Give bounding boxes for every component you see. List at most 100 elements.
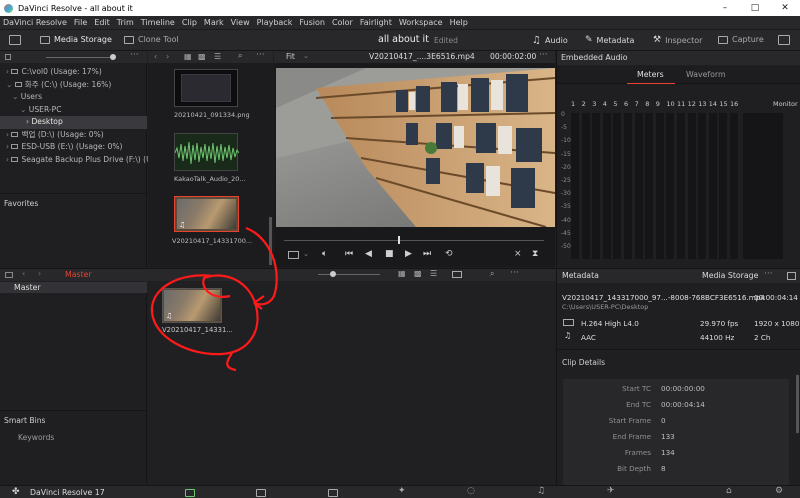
tree-item-vol0[interactable]: › C:\vol0 (Usage: 17%) [0,66,147,79]
chevron-right-icon[interactable]: › [38,269,41,278]
zoom-slider[interactable] [46,57,110,58]
tree-item-users[interactable]: ⌄ Users [0,91,147,104]
metadata-button[interactable]: ✎ Metadata [585,35,634,45]
media-page-icon[interactable] [185,489,195,497]
tree-item-d-drive[interactable]: › 백업 (D:\) (Usage: 0%) [0,129,147,142]
inspector-button[interactable]: ⚒ Inspector [653,35,702,45]
davinci-logo-icon: ✤ [12,487,20,497]
thumbnail-view-icon[interactable]: ▦ [184,52,192,61]
maximize-button[interactable]: □ [740,0,770,16]
viewer-mode-icon[interactable] [288,251,299,259]
menu-fairlight[interactable]: Fairlight [360,18,392,27]
monitor-icon[interactable] [778,35,790,45]
clip-field-value[interactable]: 00:00:04:14 [661,400,705,409]
play-icon[interactable]: ▶ [405,249,412,259]
scrollbar-thumb[interactable] [269,217,272,265]
skip-forward-icon[interactable]: ⏭︎ [423,249,431,259]
menu-davinci[interactable]: DaVinci Resolve [3,18,67,27]
options-icon[interactable]: ··· [510,268,519,278]
fusion-page-icon[interactable]: ✦ [398,486,406,496]
scrubber-track[interactable] [284,240,544,241]
menu-workspace[interactable]: Workspace [399,18,443,27]
grid-view-icon[interactable]: ▩ [414,269,422,278]
menu-edit[interactable]: Edit [94,18,110,27]
menu-color[interactable]: Color [332,18,353,27]
media-pool-clip[interactable]: ♫ [162,288,222,323]
options-icon[interactable]: ··· [764,269,773,279]
chevron-right-icon[interactable]: › [166,52,169,61]
volume-icon[interactable]: 🔈︎ [322,249,327,259]
clip-field-value[interactable]: 00:00:00:00 [661,384,705,393]
edit-page-icon[interactable] [328,489,338,497]
sidebar-toggle-icon[interactable] [9,35,21,45]
clip-field-value[interactable]: 8 [661,464,666,473]
media-storage-button[interactable]: Media Storage [40,35,112,44]
options-icon[interactable]: ··· [539,50,548,60]
bin-item-master[interactable]: Master [0,282,147,293]
grid-view-icon[interactable]: ▩ [198,52,206,61]
gear-icon[interactable]: ⚙ [775,486,783,496]
scrollbar-thumb[interactable] [796,375,799,433]
zoom-slider-handle[interactable] [110,54,116,60]
close-button[interactable]: ✕ [770,0,800,16]
media-thumbnail-video-selected[interactable]: ♫ [174,196,239,232]
clip-field-value[interactable]: 0 [661,416,666,425]
mark-out-icon[interactable]: ⧗ [532,249,538,259]
menu-trim[interactable]: Trim [117,18,134,27]
tree-item-e-drive[interactable]: › ESD-USB (E:\) (Usage: 0%) [0,141,147,154]
tree-item-user-pc[interactable]: ⌄ USER-PC [0,104,147,117]
loop-icon[interactable]: ⟲ [445,249,453,259]
tree-item-desktop[interactable]: › Desktop [0,116,147,129]
thumbnail-view-icon[interactable]: ▦ [398,269,406,278]
search-icon[interactable]: ⌕ [490,269,494,279]
tree-item-c-drive[interactable]: ⌄ 화주 (C:\) (Usage: 16%) [0,79,147,92]
options-icon[interactable]: ··· [256,50,265,60]
home-icon[interactable]: ⌂ [726,486,732,496]
play-reverse-icon[interactable]: ◀ [365,249,372,259]
menu-playback[interactable]: Playback [257,18,293,27]
minimize-button[interactable]: – [710,0,740,16]
pool-zoom-slider[interactable] [318,274,380,275]
list-view-icon[interactable]: ☰ [430,269,437,278]
media-thumbnail-png[interactable] [174,69,238,107]
audio-button[interactable]: ♫ Audio [532,35,568,46]
skip-back-icon[interactable]: ⏮︎ [345,249,353,259]
menu-fusion[interactable]: Fusion [299,18,325,27]
channel-meter [666,113,675,259]
cut-page-icon[interactable] [256,489,266,497]
list-view-icon[interactable]: ☰ [214,52,221,61]
clip-field-value[interactable]: 133 [661,432,675,441]
color-page-icon[interactable]: ◌ [467,486,475,496]
fit-dropdown[interactable]: Fit [286,52,295,61]
media-pool-toggle-icon[interactable] [5,272,13,278]
tab-waveform[interactable]: Waveform [686,70,726,79]
clone-tool-button[interactable]: Clone Tool [124,35,179,44]
menu-file[interactable]: File [74,18,87,27]
chevron-down-icon[interactable]: ⌄ [303,250,309,258]
sort-icon[interactable] [452,271,462,278]
metadata-source[interactable]: Media Storage [702,271,758,280]
mark-in-icon[interactable]: ⨯ [514,249,522,259]
storage-toggle-icon[interactable] [5,54,11,60]
capture-button[interactable]: Capture [718,35,764,44]
deliver-page-icon[interactable]: ✈ [607,486,615,496]
menu-clip[interactable]: Clip [182,18,197,27]
tab-meters[interactable]: Meters [637,70,664,79]
fairlight-page-icon[interactable]: ♫ [537,486,545,496]
clip-field-value[interactable]: 134 [661,448,675,457]
pool-zoom-handle[interactable] [330,271,336,277]
options-icon[interactable]: ··· [130,50,139,60]
menu-mark[interactable]: Mark [204,18,224,27]
scrubber-playhead[interactable] [398,236,401,244]
menu-timeline[interactable]: Timeline [141,18,175,27]
stop-icon[interactable]: ■ [385,249,394,259]
sort-icon[interactable] [787,272,796,280]
chevron-left-icon[interactable]: ‹ [154,52,157,61]
media-thumbnail-audio[interactable] [174,133,239,171]
menu-help[interactable]: Help [450,18,468,27]
smart-bin-keywords[interactable]: Keywords [18,433,54,442]
chevron-left-icon[interactable]: ‹ [22,269,25,278]
menu-view[interactable]: View [231,18,250,27]
tree-item-f-drive[interactable]: › Seagate Backup Plus Drive (F:\) (Usage… [0,154,177,167]
search-icon[interactable]: ⌕ [238,51,242,61]
